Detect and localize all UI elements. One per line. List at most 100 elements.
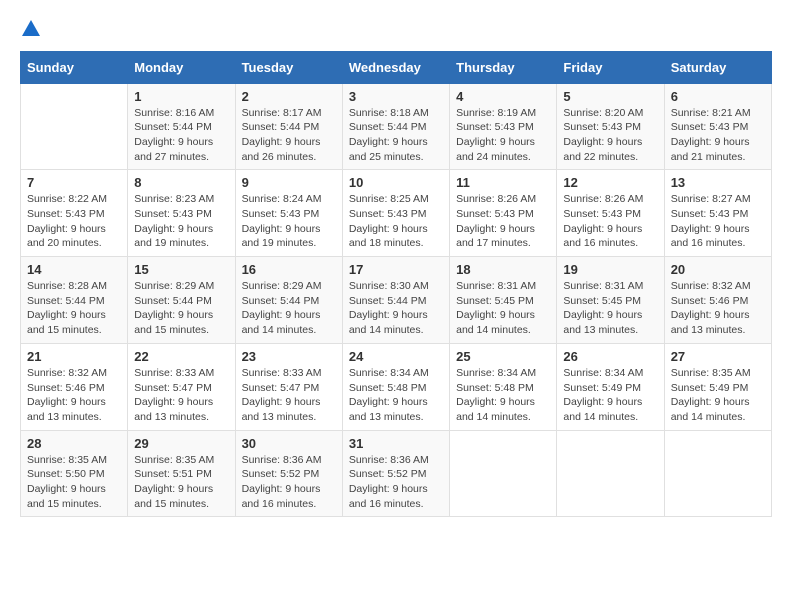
day-number: 23 bbox=[242, 349, 336, 364]
day-info: Sunrise: 8:30 AM Sunset: 5:44 PM Dayligh… bbox=[349, 279, 443, 338]
calendar-cell: 13 Sunrise: 8:27 AM Sunset: 5:43 PM Dayli… bbox=[664, 170, 771, 257]
day-number: 5 bbox=[563, 89, 657, 104]
day-number: 16 bbox=[242, 262, 336, 277]
day-info: Sunrise: 8:36 AM Sunset: 5:52 PM Dayligh… bbox=[242, 453, 336, 512]
calendar-cell: 12 Sunrise: 8:26 AM Sunset: 5:43 PM Dayli… bbox=[557, 170, 664, 257]
header bbox=[20, 20, 772, 41]
day-info: Sunrise: 8:33 AM Sunset: 5:47 PM Dayligh… bbox=[242, 366, 336, 425]
weekday-header-row: SundayMondayTuesdayWednesdayThursdayFrid… bbox=[21, 51, 772, 83]
calendar-cell bbox=[664, 430, 771, 517]
calendar-week-row: 1Sunrise: 8:16 AM Sunset: 5:44 PM Daylig… bbox=[21, 83, 772, 170]
day-info: Sunrise: 8:31 AM Sunset: 5:45 PM Dayligh… bbox=[456, 279, 550, 338]
calendar-cell: 25 Sunrise: 8:34 AM Sunset: 5:48 PM Dayli… bbox=[450, 343, 557, 430]
calendar-cell: 28 Sunrise: 8:35 AM Sunset: 5:50 PM Dayli… bbox=[21, 430, 128, 517]
day-info: Sunrise: 8:35 AM Sunset: 5:51 PM Dayligh… bbox=[134, 453, 228, 512]
calendar-cell: 3 Sunrise: 8:18 AM Sunset: 5:44 PM Daylig… bbox=[342, 83, 449, 170]
day-number: 19 bbox=[563, 262, 657, 277]
day-number: 10 bbox=[349, 175, 443, 190]
day-number: 9 bbox=[242, 175, 336, 190]
weekday-header-monday: Monday bbox=[128, 51, 235, 83]
day-info: Sunrise: 8:34 AM Sunset: 5:48 PM Dayligh… bbox=[456, 366, 550, 425]
calendar-cell: 8 Sunrise: 8:23 AM Sunset: 5:43 PM Daylig… bbox=[128, 170, 235, 257]
calendar-cell: 4 Sunrise: 8:19 AM Sunset: 5:43 PM Daylig… bbox=[450, 83, 557, 170]
day-number: 18 bbox=[456, 262, 550, 277]
day-info: Sunrise: 8:19 AM Sunset: 5:43 PM Dayligh… bbox=[456, 106, 550, 165]
day-number: 29 bbox=[134, 436, 228, 451]
day-number: 2 bbox=[242, 89, 336, 104]
day-number: 20 bbox=[671, 262, 765, 277]
calendar-cell bbox=[557, 430, 664, 517]
calendar-cell: 31 Sunrise: 8:36 AM Sunset: 5:52 PM Dayli… bbox=[342, 430, 449, 517]
weekday-header-wednesday: Wednesday bbox=[342, 51, 449, 83]
day-info: Sunrise: 8:29 AM Sunset: 5:44 PM Dayligh… bbox=[242, 279, 336, 338]
calendar-cell: 16 Sunrise: 8:29 AM Sunset: 5:44 PM Dayli… bbox=[235, 257, 342, 344]
day-number: 14 bbox=[27, 262, 121, 277]
calendar-cell: 26 Sunrise: 8:34 AM Sunset: 5:49 PM Dayli… bbox=[557, 343, 664, 430]
day-info: Sunrise: 8:25 AM Sunset: 5:43 PM Dayligh… bbox=[349, 192, 443, 251]
day-info: Sunrise: 8:16 AM Sunset: 5:44 PM Dayligh… bbox=[134, 106, 228, 165]
day-info: Sunrise: 8:32 AM Sunset: 5:46 PM Dayligh… bbox=[671, 279, 765, 338]
day-info: Sunrise: 8:35 AM Sunset: 5:49 PM Dayligh… bbox=[671, 366, 765, 425]
day-info: Sunrise: 8:20 AM Sunset: 5:43 PM Dayligh… bbox=[563, 106, 657, 165]
calendar-cell: 2Sunrise: 8:17 AM Sunset: 5:44 PM Daylig… bbox=[235, 83, 342, 170]
day-info: Sunrise: 8:34 AM Sunset: 5:48 PM Dayligh… bbox=[349, 366, 443, 425]
day-number: 28 bbox=[27, 436, 121, 451]
day-number: 7 bbox=[27, 175, 121, 190]
weekday-header-sunday: Sunday bbox=[21, 51, 128, 83]
calendar-cell: 15 Sunrise: 8:29 AM Sunset: 5:44 PM Dayli… bbox=[128, 257, 235, 344]
calendar-cell: 30Sunrise: 8:36 AM Sunset: 5:52 PM Dayli… bbox=[235, 430, 342, 517]
day-info: Sunrise: 8:36 AM Sunset: 5:52 PM Dayligh… bbox=[349, 453, 443, 512]
calendar-cell: 19 Sunrise: 8:31 AM Sunset: 5:45 PM Dayli… bbox=[557, 257, 664, 344]
day-number: 15 bbox=[134, 262, 228, 277]
day-number: 27 bbox=[671, 349, 765, 364]
day-number: 12 bbox=[563, 175, 657, 190]
calendar-cell: 29 Sunrise: 8:35 AM Sunset: 5:51 PM Dayli… bbox=[128, 430, 235, 517]
weekday-header-tuesday: Tuesday bbox=[235, 51, 342, 83]
calendar-cell: 11 Sunrise: 8:26 AM Sunset: 5:43 PM Dayli… bbox=[450, 170, 557, 257]
day-number: 4 bbox=[456, 89, 550, 104]
calendar-cell: 20 Sunrise: 8:32 AM Sunset: 5:46 PM Dayli… bbox=[664, 257, 771, 344]
calendar-table: SundayMondayTuesdayWednesdayThursdayFrid… bbox=[20, 51, 772, 518]
calendar-cell bbox=[21, 83, 128, 170]
day-number: 8 bbox=[134, 175, 228, 190]
weekday-header-thursday: Thursday bbox=[450, 51, 557, 83]
weekday-header-friday: Friday bbox=[557, 51, 664, 83]
day-number: 11 bbox=[456, 175, 550, 190]
calendar-cell: 21Sunrise: 8:32 AM Sunset: 5:46 PM Dayli… bbox=[21, 343, 128, 430]
calendar-week-row: 28 Sunrise: 8:35 AM Sunset: 5:50 PM Dayli… bbox=[21, 430, 772, 517]
day-info: Sunrise: 8:34 AM Sunset: 5:49 PM Dayligh… bbox=[563, 366, 657, 425]
day-info: Sunrise: 8:27 AM Sunset: 5:43 PM Dayligh… bbox=[671, 192, 765, 251]
day-info: Sunrise: 8:21 AM Sunset: 5:43 PM Dayligh… bbox=[671, 106, 765, 165]
calendar-cell: 10 Sunrise: 8:25 AM Sunset: 5:43 PM Dayli… bbox=[342, 170, 449, 257]
day-number: 25 bbox=[456, 349, 550, 364]
day-info: Sunrise: 8:26 AM Sunset: 5:43 PM Dayligh… bbox=[456, 192, 550, 251]
logo bbox=[20, 20, 40, 41]
calendar-cell: 14 Sunrise: 8:28 AM Sunset: 5:44 PM Dayli… bbox=[21, 257, 128, 344]
day-info: Sunrise: 8:18 AM Sunset: 5:44 PM Dayligh… bbox=[349, 106, 443, 165]
calendar-cell: 27 Sunrise: 8:35 AM Sunset: 5:49 PM Dayli… bbox=[664, 343, 771, 430]
day-info: Sunrise: 8:35 AM Sunset: 5:50 PM Dayligh… bbox=[27, 453, 121, 512]
calendar-cell: 9 Sunrise: 8:24 AM Sunset: 5:43 PM Daylig… bbox=[235, 170, 342, 257]
day-info: Sunrise: 8:23 AM Sunset: 5:43 PM Dayligh… bbox=[134, 192, 228, 251]
day-number: 13 bbox=[671, 175, 765, 190]
calendar-cell: 18 Sunrise: 8:31 AM Sunset: 5:45 PM Dayli… bbox=[450, 257, 557, 344]
day-info: Sunrise: 8:24 AM Sunset: 5:43 PM Dayligh… bbox=[242, 192, 336, 251]
day-number: 17 bbox=[349, 262, 443, 277]
day-info: Sunrise: 8:26 AM Sunset: 5:43 PM Dayligh… bbox=[563, 192, 657, 251]
calendar-cell bbox=[450, 430, 557, 517]
day-info: Sunrise: 8:33 AM Sunset: 5:47 PM Dayligh… bbox=[134, 366, 228, 425]
day-info: Sunrise: 8:29 AM Sunset: 5:44 PM Dayligh… bbox=[134, 279, 228, 338]
calendar-cell: 23 Sunrise: 8:33 AM Sunset: 5:47 PM Dayli… bbox=[235, 343, 342, 430]
calendar-week-row: 14 Sunrise: 8:28 AM Sunset: 5:44 PM Dayli… bbox=[21, 257, 772, 344]
calendar-cell: 6Sunrise: 8:21 AM Sunset: 5:43 PM Daylig… bbox=[664, 83, 771, 170]
day-number: 31 bbox=[349, 436, 443, 451]
calendar-week-row: 21Sunrise: 8:32 AM Sunset: 5:46 PM Dayli… bbox=[21, 343, 772, 430]
day-info: Sunrise: 8:31 AM Sunset: 5:45 PM Dayligh… bbox=[563, 279, 657, 338]
calendar-cell: 5 Sunrise: 8:20 AM Sunset: 5:43 PM Daylig… bbox=[557, 83, 664, 170]
calendar-cell: 24Sunrise: 8:34 AM Sunset: 5:48 PM Dayli… bbox=[342, 343, 449, 430]
day-number: 3 bbox=[349, 89, 443, 104]
calendar-cell: 17 Sunrise: 8:30 AM Sunset: 5:44 PM Dayli… bbox=[342, 257, 449, 344]
day-info: Sunrise: 8:28 AM Sunset: 5:44 PM Dayligh… bbox=[27, 279, 121, 338]
logo-triangle-icon bbox=[22, 20, 40, 36]
day-number: 26 bbox=[563, 349, 657, 364]
